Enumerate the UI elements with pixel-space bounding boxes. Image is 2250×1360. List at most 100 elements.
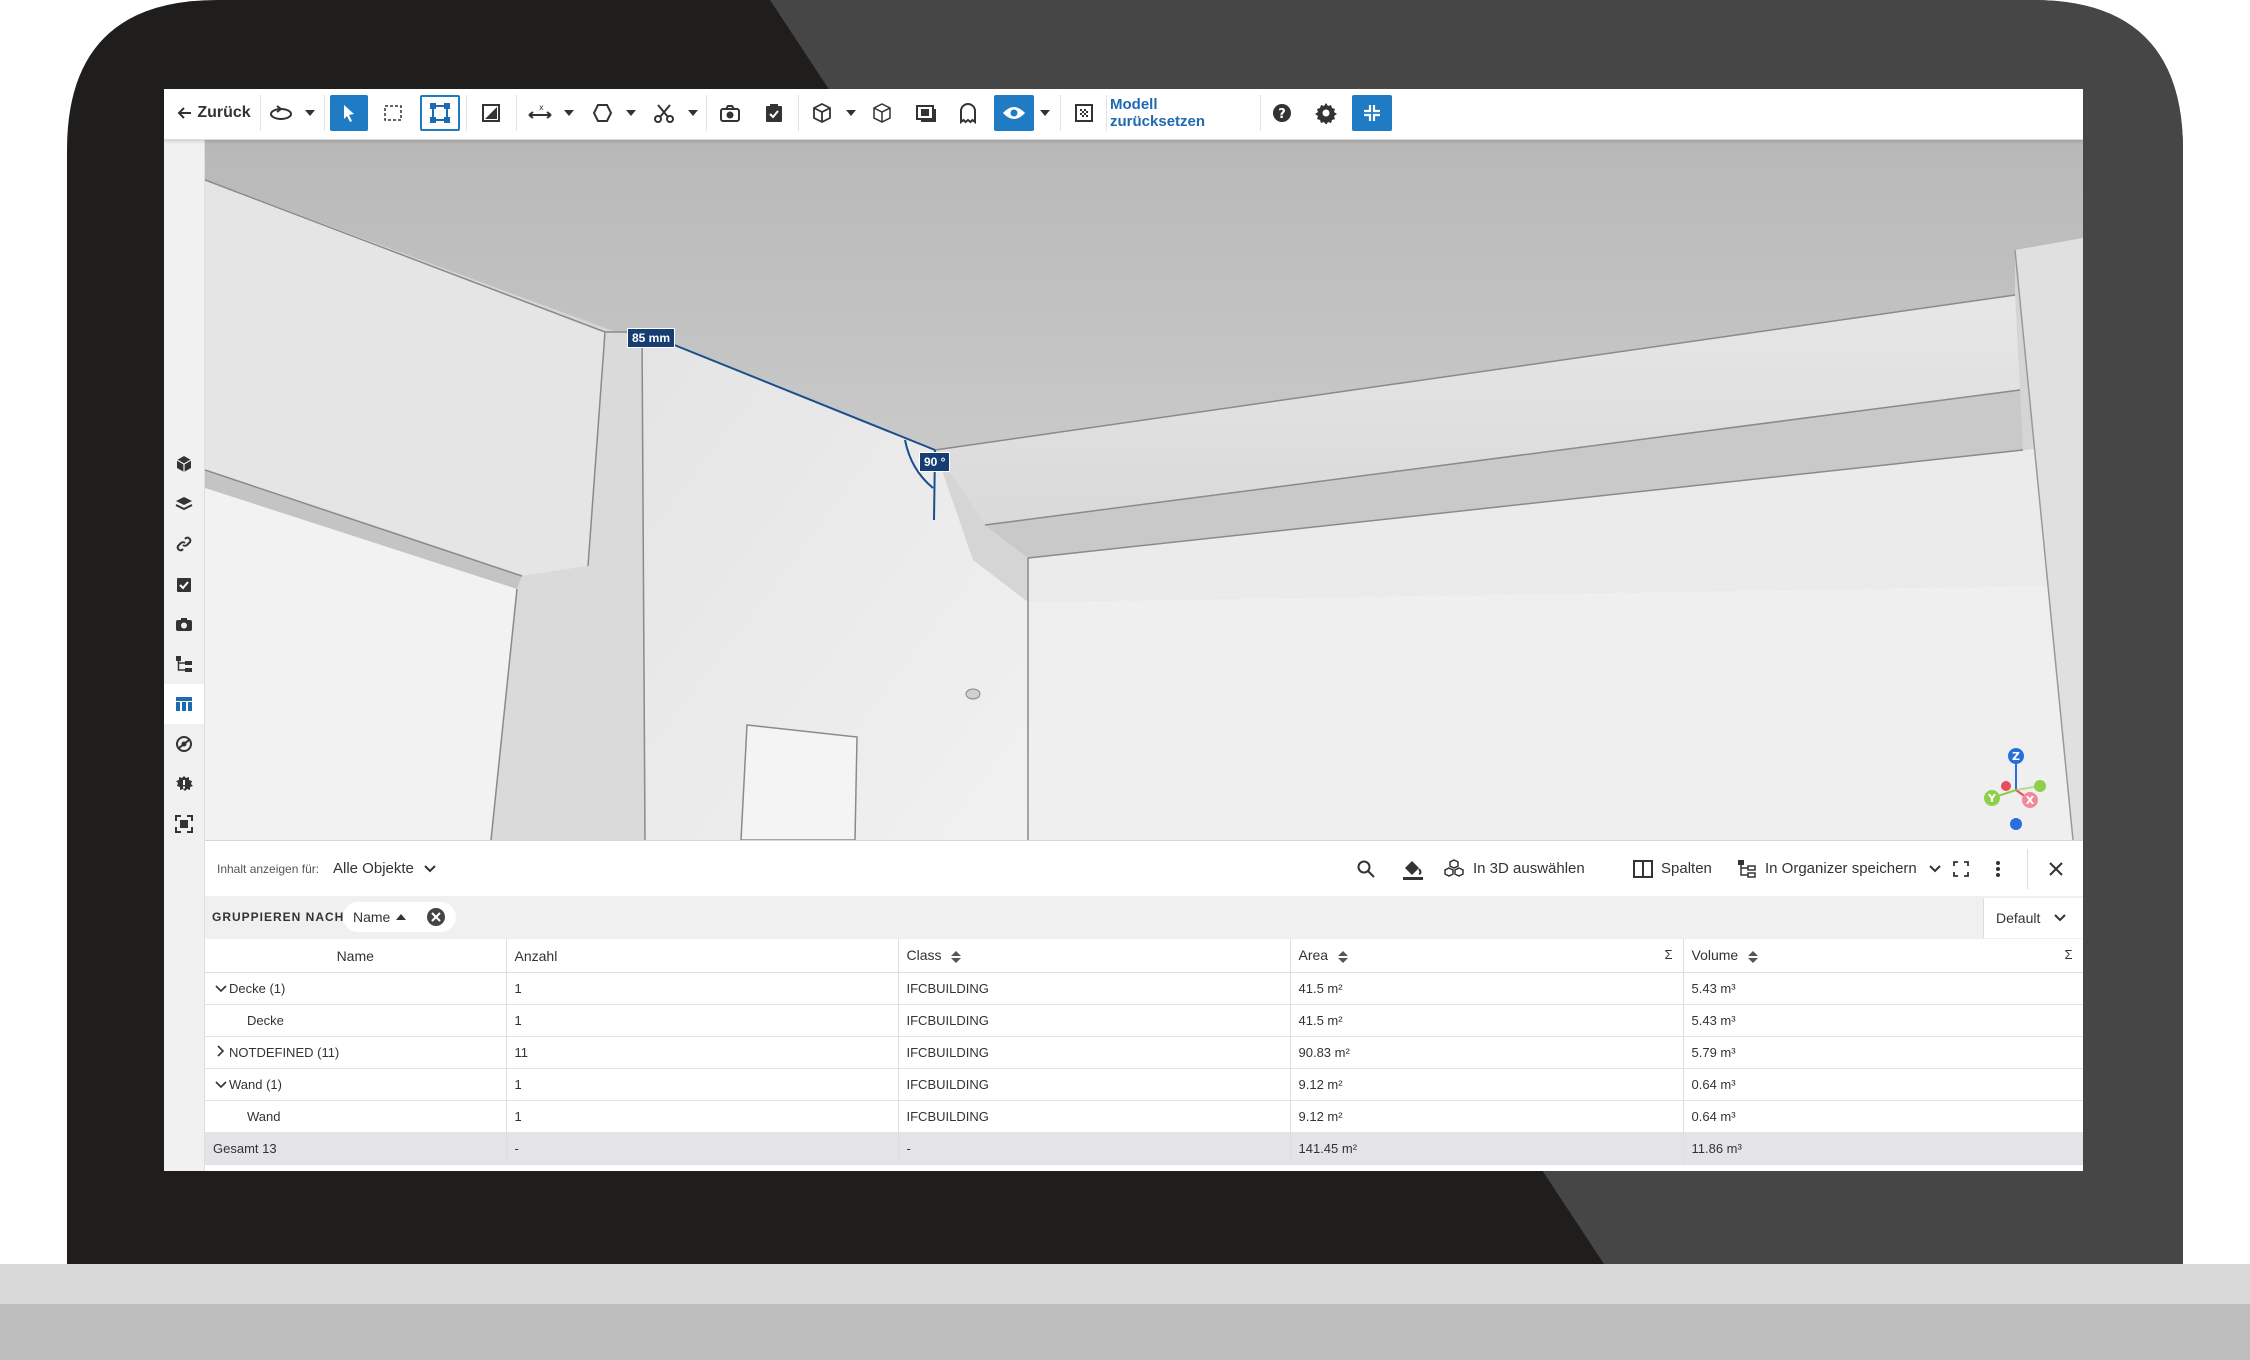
sidebar-item-layers[interactable] xyxy=(164,484,204,524)
axis-gizmo[interactable]: Z Y X xyxy=(1978,742,2058,832)
caret-down-icon xyxy=(626,110,636,116)
question-icon: ? xyxy=(1273,104,1291,122)
reset-model-label: Modell zurücksetzen xyxy=(1110,96,1206,130)
help-button[interactable]: ? xyxy=(1264,95,1300,131)
svg-text:?: ? xyxy=(1278,107,1286,122)
save-organizer-button[interactable]: In Organizer speichern xyxy=(1737,841,1941,896)
table-row[interactable]: NOTDEFINED (11) 11 IFCBUILDING 90.83 m² … xyxy=(205,1036,2083,1069)
sidebar-item-table[interactable] xyxy=(164,684,204,724)
back-button[interactable]: Zurück xyxy=(172,95,256,131)
camera-icon xyxy=(176,618,192,631)
expand-panel-button[interactable] xyxy=(1953,841,1977,896)
cube-solid-icon xyxy=(176,456,192,472)
chevron-down-icon xyxy=(1929,864,1941,872)
scissors-icon xyxy=(654,104,674,123)
left-sidebar xyxy=(164,139,205,1171)
table-row[interactable]: Decke (1) 1 IFCBUILDING 41.5 m² 5.43 m³ xyxy=(205,972,2083,1005)
sidebar-item-issues[interactable] xyxy=(164,764,204,804)
data-table: Name Anzahl Class Area Σ Volume Σ Decke … xyxy=(205,939,2083,1165)
close-icon xyxy=(2049,861,2063,876)
visibility-dropdown[interactable] xyxy=(1036,95,1054,131)
sidebar-item-model[interactable] xyxy=(164,444,204,484)
sum-icon[interactable]: Σ xyxy=(1664,947,1672,962)
show-content-label: Inhalt anzeigen für: xyxy=(217,861,320,876)
table-row[interactable]: Wand 1 IFCBUILDING 9.12 m² 0.64 m³ xyxy=(205,1100,2083,1133)
more-options-button[interactable] xyxy=(1995,841,2009,896)
markup-button[interactable] xyxy=(584,95,620,131)
table-row[interactable]: Wand (1) 1 IFCBUILDING 9.12 m² 0.64 m³ xyxy=(205,1068,2083,1101)
camera-icon xyxy=(720,105,740,122)
isolate-button[interactable] xyxy=(864,95,900,131)
sum-icon[interactable]: Σ xyxy=(2064,947,2072,962)
caret-down-icon xyxy=(846,110,856,116)
column-header-volume[interactable]: Volume Σ xyxy=(1683,939,2083,973)
layers-view-button[interactable] xyxy=(908,95,944,131)
select-tool-button[interactable] xyxy=(330,95,368,131)
table-row[interactable]: Decke 1 IFCBUILDING 41.5 m² 5.43 m³ xyxy=(205,1004,2083,1037)
reset-model-button[interactable]: Modell zurücksetzen xyxy=(1110,95,1256,131)
ghost-icon xyxy=(960,103,976,124)
color-fill-button[interactable] xyxy=(1401,841,1433,896)
close-panel-button[interactable] xyxy=(2049,841,2071,896)
angle-label: 90 ° xyxy=(919,452,951,472)
orbit-button[interactable] xyxy=(264,95,298,131)
polygon-icon xyxy=(592,104,613,122)
layers-icon xyxy=(175,497,193,511)
columns-button[interactable]: Spalten xyxy=(1633,841,1712,896)
content-filter-value: Alle Objekte xyxy=(333,860,414,877)
column-header-area[interactable]: Area Σ xyxy=(1290,939,1684,973)
group-by-bar: GRUPPIEREN NACH: Name Default xyxy=(205,896,2083,940)
dimension-label: 85 mm xyxy=(627,328,676,348)
tree-structure-icon xyxy=(176,656,192,672)
sidebar-item-classification[interactable] xyxy=(164,724,204,764)
ghost-button[interactable] xyxy=(950,95,986,131)
sidebar-item-organizer[interactable] xyxy=(164,644,204,684)
render-mode-button[interactable] xyxy=(1066,95,1102,131)
link-icon xyxy=(176,536,192,552)
tree-structure-icon xyxy=(1738,859,1756,878)
column-header-class[interactable]: Class xyxy=(898,939,1291,973)
chevron-down-icon[interactable] xyxy=(213,1077,229,1092)
clip-button[interactable] xyxy=(646,95,682,131)
columns-label: Spalten xyxy=(1661,860,1712,877)
group-by-chip[interactable]: Name xyxy=(343,902,457,932)
bounding-box-button[interactable] xyxy=(420,95,460,131)
column-header-name[interactable]: Name xyxy=(205,939,507,973)
eye-icon xyxy=(1003,107,1025,119)
measure-dropdown[interactable] xyxy=(560,95,578,131)
column-header-count[interactable]: Anzahl xyxy=(506,939,899,973)
select-in-3d-button[interactable]: In 3D auswählen xyxy=(1443,841,1585,896)
snapshot-button[interactable] xyxy=(712,95,748,131)
orbit-dropdown[interactable] xyxy=(300,95,320,131)
exit-fullscreen-button[interactable] xyxy=(1352,95,1392,131)
remove-chip-icon[interactable] xyxy=(426,907,446,927)
settings-button[interactable] xyxy=(1308,95,1344,131)
sort-icon xyxy=(951,950,962,963)
clip-dropdown[interactable] xyxy=(684,95,702,131)
orbit-icon xyxy=(270,105,292,120)
view-cube-button[interactable] xyxy=(804,95,840,131)
chevron-right-icon[interactable] xyxy=(213,1045,229,1060)
axis-y-label: Y xyxy=(1987,792,1997,805)
sidebar-item-tasks[interactable] xyxy=(164,564,204,604)
box-select-button[interactable] xyxy=(374,95,412,131)
measure-button[interactable]: x xyxy=(522,95,558,131)
sidebar-item-snapshots[interactable] xyxy=(164,604,204,644)
focus-frame-icon xyxy=(175,815,193,833)
sidebar-item-links[interactable] xyxy=(164,524,204,564)
task-button[interactable] xyxy=(756,95,792,131)
visibility-button[interactable] xyxy=(994,95,1034,131)
search-button[interactable] xyxy=(1357,841,1383,896)
3d-viewport[interactable]: 85 mm 90 ° Z Y X xyxy=(205,140,2083,840)
section-plane-icon xyxy=(482,104,500,122)
view-dropdown[interactable] xyxy=(842,95,860,131)
markup-dropdown[interactable] xyxy=(622,95,640,131)
chevron-down-icon[interactable] xyxy=(213,981,229,996)
sort-asc-icon xyxy=(396,914,407,920)
preset-select[interactable]: Default xyxy=(1983,898,2083,938)
clipboard-check-icon xyxy=(177,578,191,592)
sidebar-item-focus[interactable] xyxy=(164,804,204,844)
content-filter-dropdown[interactable]: Alle Objekte xyxy=(333,841,436,896)
select-in-3d-label: In 3D auswählen xyxy=(1473,860,1585,877)
section-button[interactable] xyxy=(472,95,510,131)
